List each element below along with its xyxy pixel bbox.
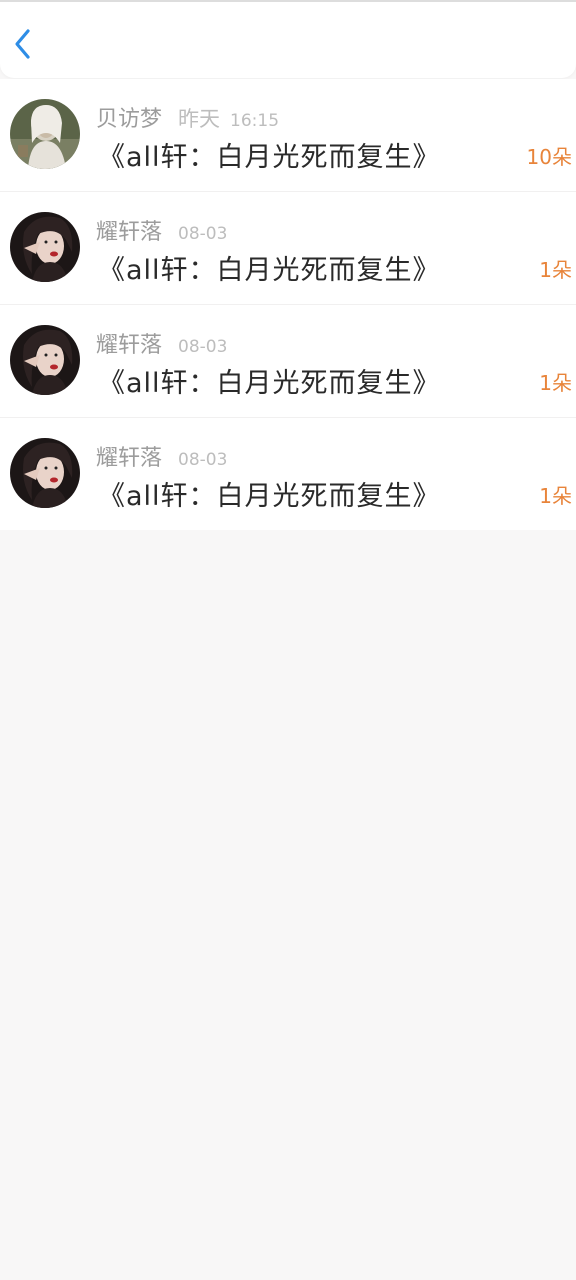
flower-count: 10朵 bbox=[526, 145, 572, 169]
flower-count: 1朵 bbox=[539, 484, 572, 508]
author-name: 耀轩落 bbox=[96, 333, 163, 358]
avatar[interactable] bbox=[10, 325, 80, 395]
timestamp: 08-03 bbox=[178, 337, 228, 357]
item-meta: 贝访梦 昨天 16:15 bbox=[96, 101, 279, 133]
item-meta: 耀轩落 08-03 bbox=[96, 440, 228, 471]
item-meta: 耀轩落 08-03 bbox=[96, 327, 228, 358]
author-name: 耀轩落 bbox=[96, 446, 163, 471]
author-name: 贝访梦 bbox=[96, 107, 163, 132]
list-item[interactable]: 耀轩落 08-03 《all轩：白月光死而复生》 1朵 bbox=[0, 305, 576, 418]
time-label: 16:15 bbox=[230, 111, 280, 131]
book-title: 《all轩：白月光死而复生》 bbox=[98, 142, 441, 173]
gift-list: 贝访梦 昨天 16:15 《all轩：白月光死而复生》 10朵 耀轩落 08-03… bbox=[0, 79, 576, 530]
timestamp: 08-03 bbox=[178, 224, 228, 244]
book-title: 《all轩：白月光死而复生》 bbox=[98, 481, 441, 512]
author-name: 耀轩落 bbox=[96, 220, 163, 245]
timestamp: 昨天 16:15 bbox=[178, 103, 279, 133]
chevron-left-icon bbox=[15, 29, 30, 59]
list-item[interactable]: 贝访梦 昨天 16:15 《all轩：白月光死而复生》 10朵 bbox=[0, 79, 576, 192]
flower-count: 1朵 bbox=[539, 371, 572, 395]
top-bar bbox=[0, 0, 576, 78]
timestamp: 08-03 bbox=[178, 450, 228, 470]
avatar[interactable] bbox=[10, 99, 80, 169]
back-button[interactable] bbox=[8, 24, 40, 64]
item-meta: 耀轩落 08-03 bbox=[96, 214, 228, 245]
book-title: 《all轩：白月光死而复生》 bbox=[98, 368, 441, 399]
day-label: 昨天 bbox=[178, 107, 221, 131]
avatar[interactable] bbox=[10, 438, 80, 508]
book-title: 《all轩：白月光死而复生》 bbox=[98, 255, 441, 286]
flower-count: 1朵 bbox=[539, 258, 572, 282]
avatar[interactable] bbox=[10, 212, 80, 282]
list-item[interactable]: 耀轩落 08-03 《all轩：白月光死而复生》 1朵 bbox=[0, 192, 576, 305]
list-item[interactable]: 耀轩落 08-03 《all轩：白月光死而复生》 1朵 bbox=[0, 418, 576, 530]
